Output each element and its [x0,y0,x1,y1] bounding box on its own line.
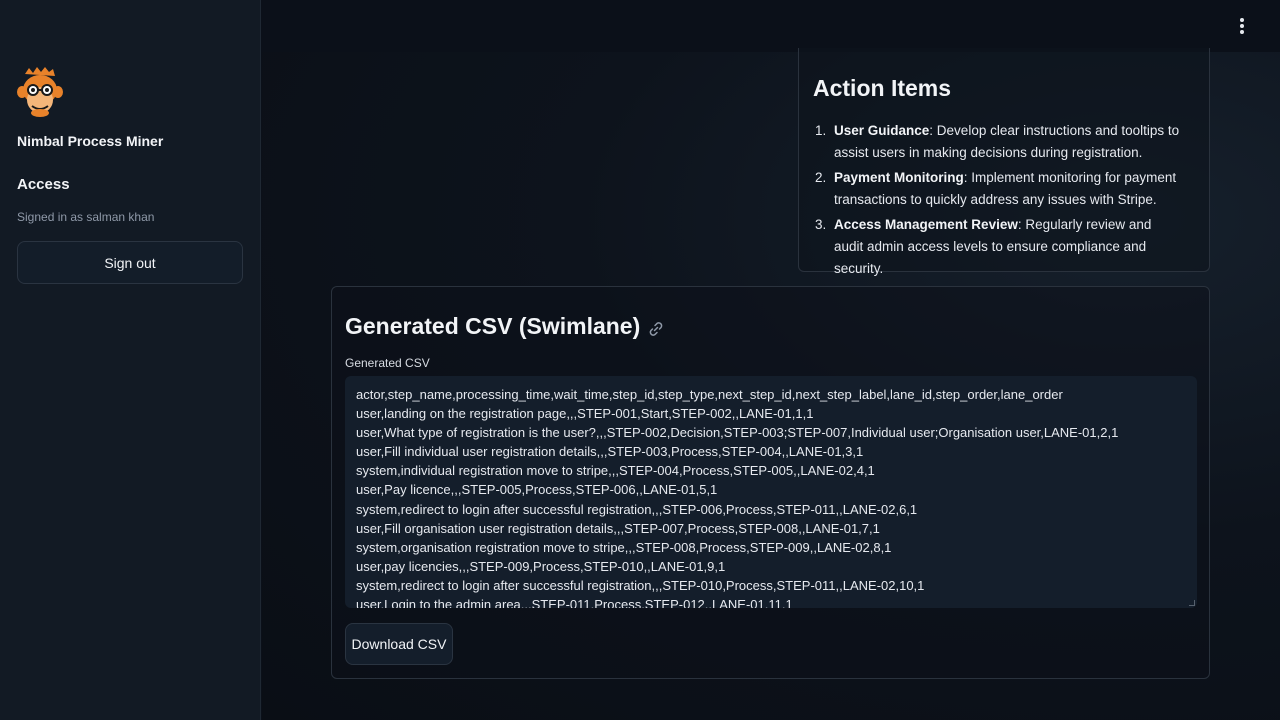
csv-field-label: Generated CSV [345,356,430,370]
item-title: Access Management Review [834,217,1018,232]
link-icon[interactable] [648,321,664,337]
list-number: 1. [815,123,827,138]
item-title: Payment Monitoring [834,170,964,185]
list-item: 3. Access Management Review: Regularly r… [813,214,1183,280]
csv-title-text: Generated CSV (Swimlane) [345,313,641,339]
generated-csv-card: Generated CSV (Swimlane) Generated CSV a… [331,286,1210,679]
signed-in-text: Signed in as salman khan [17,210,155,224]
item-title: User Guidance [834,123,930,138]
action-items-list: 1. User Guidance: Develop clear instruct… [813,120,1183,283]
resize-handle[interactable] [1189,600,1195,606]
action-items-title: Action Items [813,75,952,101]
sidebar: Nimbal Process Miner Access Signed in as… [0,0,261,720]
csv-textarea[interactable]: actor,step_name,processing_time,wait_tim… [345,376,1197,608]
sign-out-button[interactable]: Sign out [17,241,243,284]
top-bar [262,0,1280,52]
list-number: 2. [815,170,827,185]
list-item: 2. Payment Monitoring: Implement monitor… [813,167,1183,211]
monkey-logo-icon [17,66,63,118]
csv-section-title: Generated CSV (Swimlane) [345,313,664,340]
list-number: 3. [815,217,827,232]
action-items-card: Action Items 1. User Guidance: Develop c… [798,48,1210,276]
app-name: Nimbal Process Miner [17,133,164,149]
list-item: 1. User Guidance: Develop clear instruct… [813,120,1183,164]
kebab-menu-icon[interactable] [1238,18,1246,34]
access-heading: Access [17,176,70,193]
download-csv-button[interactable]: Download CSV [345,623,453,665]
main-content: Action Items 1. User Guidance: Develop c… [262,48,1280,720]
